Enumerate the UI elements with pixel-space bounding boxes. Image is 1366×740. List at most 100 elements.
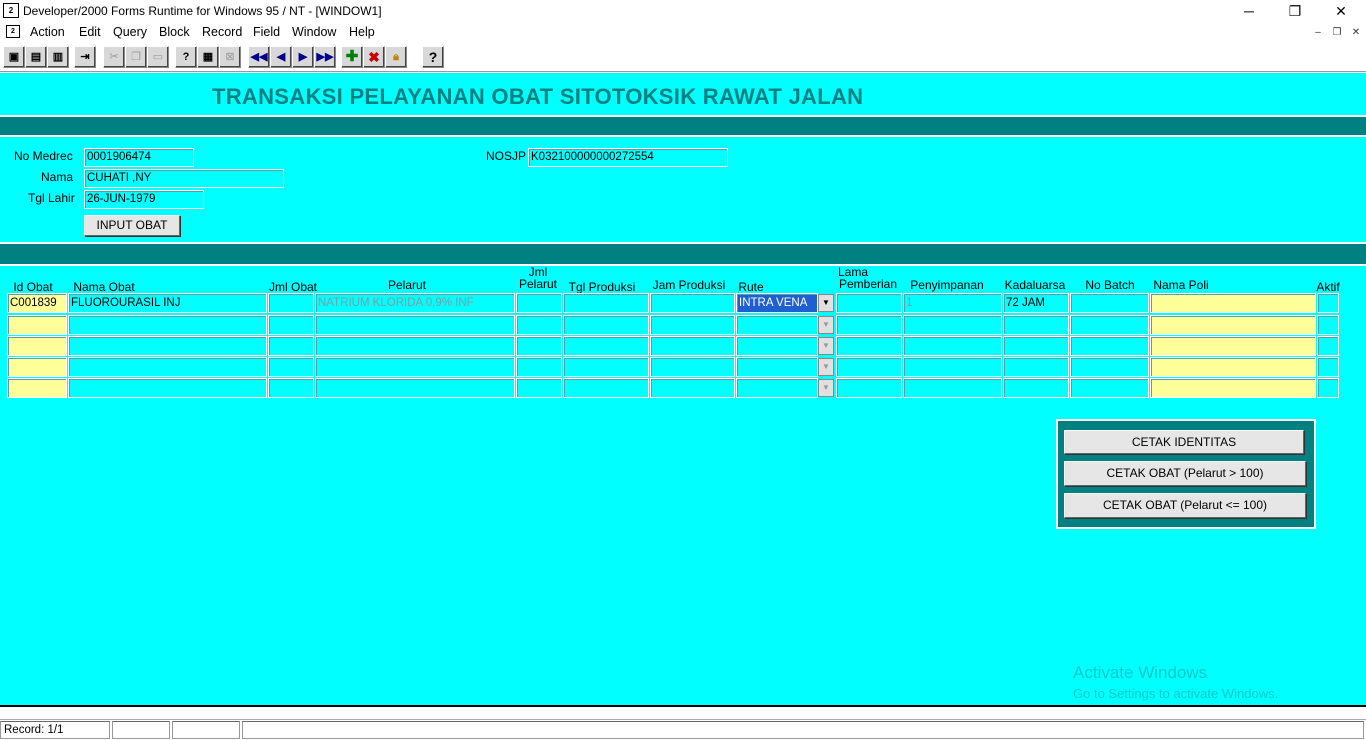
row1-tgl-produksi[interactable] [563, 293, 649, 313]
row2-jam-produksi[interactable] [650, 315, 735, 335]
no-medrec-field[interactable]: 0001906474 [84, 148, 194, 167]
row1-pelarut[interactable]: NATRIUM KLORIDA 0,9% INF [315, 293, 515, 313]
tgl-lahir-field[interactable]: 26-JUN-1979 [84, 190, 204, 209]
menu-block[interactable]: Block [159, 25, 190, 39]
row4-nama-poli[interactable] [1150, 357, 1316, 377]
row3-nama-obat[interactable] [68, 336, 267, 356]
previous-record-icon[interactable]: ◀ [270, 46, 292, 68]
row3-pelarut[interactable] [315, 336, 515, 356]
print-icon[interactable]: ▤ [25, 46, 47, 68]
row5-nama-obat[interactable] [68, 378, 267, 398]
delete-record-icon[interactable]: ✖ [363, 46, 385, 68]
row1-nama-obat[interactable]: FLUOROURASIL INJ [68, 293, 267, 313]
menu-query[interactable]: Query [113, 25, 147, 39]
cetak-obat-le-100-button[interactable]: CETAK OBAT (Pelarut <= 100) [1064, 493, 1306, 518]
close-button[interactable]: ✕ [1318, 0, 1364, 22]
row4-lama-pemberian[interactable] [836, 357, 902, 377]
row1-penyimpanan[interactable]: 1 [903, 293, 1002, 313]
row2-kadaluarsa[interactable] [1003, 315, 1069, 335]
cancel-query-icon[interactable]: ⊠ [219, 46, 241, 68]
row4-jam-produksi[interactable] [650, 357, 735, 377]
row1-lama-pemberian[interactable] [836, 293, 902, 313]
row2-nama-poli[interactable] [1150, 315, 1316, 335]
row4-penyimpanan[interactable] [903, 357, 1002, 377]
row3-lama-pemberian[interactable] [836, 336, 902, 356]
row1-no-batch[interactable] [1070, 293, 1149, 313]
exit-icon[interactable]: ⇥ [74, 46, 96, 68]
row1-rute-dropdown-icon[interactable]: ▼ [818, 294, 834, 312]
mdi-restore-button[interactable]: ❐ [1330, 26, 1344, 39]
row4-jml-obat[interactable] [268, 357, 314, 377]
row1-id-obat[interactable]: C001839 [7, 293, 67, 313]
row2-rute-dropdown-icon[interactable]: ▼ [818, 316, 834, 334]
row3-nama-poli[interactable] [1150, 336, 1316, 356]
row1-jml-obat[interactable] [268, 293, 314, 313]
row2-pelarut[interactable] [315, 315, 515, 335]
forms-app-icon[interactable]: 2 [3, 3, 19, 18]
mdi-minimize-button[interactable]: – [1311, 26, 1325, 39]
row5-nama-poli[interactable] [1150, 378, 1316, 398]
row5-jml-pelarut[interactable] [516, 378, 562, 398]
row4-aktif[interactable] [1317, 357, 1339, 377]
next-record-icon[interactable]: ▶ [292, 46, 314, 68]
restore-button[interactable]: ❐ [1272, 0, 1318, 22]
row3-jml-obat[interactable] [268, 336, 314, 356]
menu-window[interactable]: Window [292, 25, 336, 39]
last-record-icon[interactable]: ▶▶ [314, 46, 336, 68]
row2-lama-pemberian[interactable] [836, 315, 902, 335]
menu-action[interactable]: Action [30, 25, 65, 39]
row5-no-batch[interactable] [1070, 378, 1149, 398]
row3-no-batch[interactable] [1070, 336, 1149, 356]
row4-jml-pelarut[interactable] [516, 357, 562, 377]
row4-kadaluarsa[interactable] [1003, 357, 1069, 377]
row5-rute-dropdown-icon[interactable]: ▼ [818, 379, 834, 397]
row2-id-obat[interactable] [7, 315, 67, 335]
insert-record-icon[interactable]: ✚ [341, 46, 363, 68]
nosjp-field[interactable]: K032100000000272554 [528, 148, 728, 167]
row3-aktif[interactable] [1317, 336, 1339, 356]
row1-kadaluarsa[interactable]: 72 JAM [1003, 293, 1069, 313]
row5-id-obat[interactable] [7, 378, 67, 398]
row5-kadaluarsa[interactable] [1003, 378, 1069, 398]
row4-pelarut[interactable] [315, 357, 515, 377]
lock-record-icon[interactable]: 🔒︎ [385, 46, 407, 68]
menu-edit[interactable]: Edit [79, 25, 101, 39]
row4-rute-dropdown-icon[interactable]: ▼ [818, 358, 834, 376]
row2-rute-select[interactable] [736, 315, 818, 335]
row2-aktif[interactable] [1317, 315, 1339, 335]
row2-penyimpanan[interactable] [903, 315, 1002, 335]
menu-record[interactable]: Record [202, 25, 242, 39]
row1-rute-select[interactable]: INTRA VENA [736, 293, 818, 313]
row3-penyimpanan[interactable] [903, 336, 1002, 356]
row5-tgl-produksi[interactable] [563, 378, 649, 398]
row3-jam-produksi[interactable] [650, 336, 735, 356]
row2-tgl-produksi[interactable] [563, 315, 649, 335]
row3-jml-pelarut[interactable] [516, 336, 562, 356]
row2-no-batch[interactable] [1070, 315, 1149, 335]
cetak-identitas-button[interactable]: CETAK IDENTITAS [1064, 430, 1304, 454]
row4-id-obat[interactable] [7, 357, 67, 377]
row5-aktif[interactable] [1317, 378, 1339, 398]
input-obat-button[interactable]: INPUT OBAT [84, 215, 180, 236]
row4-rute-select[interactable] [736, 357, 818, 377]
row3-id-obat[interactable] [7, 336, 67, 356]
row3-rute-dropdown-icon[interactable]: ▼ [818, 337, 834, 355]
mdi-close-button[interactable]: ✕ [1349, 26, 1363, 39]
row3-tgl-produksi[interactable] [563, 336, 649, 356]
row2-jml-obat[interactable] [268, 315, 314, 335]
copy-icon[interactable]: ❐ [125, 46, 147, 68]
enter-query-icon[interactable]: ? [175, 46, 197, 68]
row1-jml-pelarut[interactable] [516, 293, 562, 313]
print-setup-icon[interactable]: ▥ [47, 46, 69, 68]
row2-jml-pelarut[interactable] [516, 315, 562, 335]
cut-icon[interactable]: ✂ [103, 46, 125, 68]
help-icon[interactable]: ? [422, 46, 444, 68]
row5-jml-obat[interactable] [268, 378, 314, 398]
nama-field[interactable]: CUHATI ,NY [84, 169, 284, 188]
row5-lama-pemberian[interactable] [836, 378, 902, 398]
first-record-icon[interactable]: ◀◀ [248, 46, 270, 68]
row5-jam-produksi[interactable] [650, 378, 735, 398]
cetak-obat-gt-100-button[interactable]: CETAK OBAT (Pelarut > 100) [1064, 461, 1306, 486]
row2-nama-obat[interactable] [68, 315, 267, 335]
row5-rute-select[interactable] [736, 378, 818, 398]
